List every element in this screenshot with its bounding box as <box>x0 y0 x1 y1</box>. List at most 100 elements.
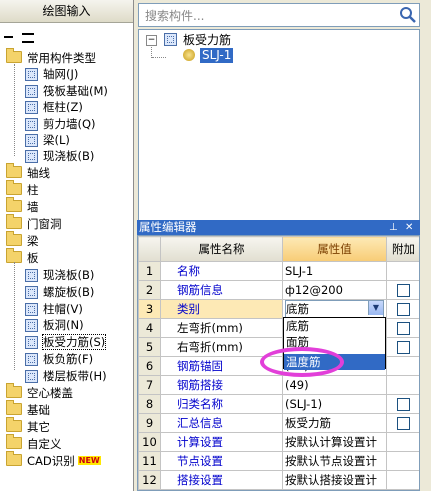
property-row[interactable]: 10 计算设置 按默认计算设置计 <box>138 432 419 452</box>
tree-toolbar <box>4 30 39 43</box>
property-value-header: 属性值 <box>282 236 387 262</box>
attach-cell <box>386 394 419 414</box>
tree-item-label: 楼层板带(H) <box>43 369 107 384</box>
property-value[interactable]: ф12@200 <box>282 280 387 300</box>
attach-checkbox[interactable] <box>397 303 410 316</box>
component-icon <box>25 68 38 82</box>
tree-item-label: 现浇板(B) <box>43 267 95 282</box>
tree-folder[interactable]: 梁 <box>6 230 39 249</box>
tree-root-label[interactable]: 板受力筋 <box>183 33 231 47</box>
tree-folder[interactable]: 基础 <box>6 399 50 418</box>
tree-folder[interactable]: 板 <box>6 247 39 266</box>
property-name: 钢筋信息 <box>160 280 283 300</box>
tree-folder[interactable]: 柱 <box>6 180 39 198</box>
tree-child-label[interactable]: SLJ-1 <box>200 48 234 63</box>
dropdown-option[interactable]: 温度筋 <box>284 354 385 370</box>
tree-item[interactable]: 现浇板(B) <box>25 267 94 283</box>
tree-item-label: 梁 <box>27 233 39 248</box>
property-name: 左弯折(mm) <box>160 318 283 338</box>
component-list-tree: − 板受力筋 SLJ-1 <box>138 29 420 221</box>
component-icon <box>25 285 38 299</box>
property-row[interactable]: 11 节点设置 按默认节点设置计 <box>138 451 419 471</box>
tree-item[interactable]: 螺旋板(B) <box>25 284 94 300</box>
tree-item[interactable]: 筏板基础(M) <box>25 83 108 99</box>
component-icon <box>25 150 38 164</box>
tree-item[interactable]: 梁(L) <box>25 132 70 148</box>
property-row[interactable]: 7 钢筋搭接 (49) <box>138 375 419 395</box>
row-number: 8 <box>138 394 161 414</box>
tree-item[interactable]: 柱帽(V) <box>25 301 83 317</box>
row-number-header <box>138 236 161 262</box>
component-icon <box>25 370 38 384</box>
chevron-down-icon[interactable]: ▼ <box>368 301 383 315</box>
folder-open-icon <box>6 48 22 63</box>
property-row[interactable]: 8 归类名称 (SLJ-1) <box>138 394 419 414</box>
folder-icon <box>6 416 22 432</box>
property-row[interactable]: 9 汇总信息 板受力筋 <box>138 413 419 433</box>
property-value[interactable]: (SLJ-1) <box>282 394 387 414</box>
component-icon <box>25 117 38 131</box>
attach-header: 附加 <box>386 236 419 262</box>
pin-icon[interactable]: ⊥ <box>389 220 398 235</box>
tree-item[interactable]: 剪力墙(Q) <box>25 116 96 132</box>
attach-checkbox[interactable] <box>397 398 410 411</box>
tree-item[interactable]: 轴网(J) <box>25 66 78 82</box>
tree-folder[interactable]: 墙 <box>6 197 39 215</box>
tree-folder[interactable]: 空心楼盖 <box>6 383 73 401</box>
property-editor-title: 属性编辑器 <box>139 220 197 234</box>
property-value[interactable]: 按默认计算设置计 <box>282 432 387 452</box>
attach-checkbox[interactable] <box>397 322 410 335</box>
tree-item[interactable]: 框柱(Z) <box>25 99 83 115</box>
property-value[interactable]: 按默认搭接设置计 <box>282 470 387 490</box>
tree-item[interactable]: 板洞(N) <box>25 317 84 333</box>
property-value[interactable]: (49) <box>282 375 387 395</box>
property-row[interactable]: 2 钢筋信息 ф12@200 <box>138 280 419 300</box>
category-select[interactable]: 底筋 ▼ <box>285 300 384 318</box>
attach-checkbox[interactable] <box>397 417 410 430</box>
property-row[interactable]: 3 类别 底筋 ▼ <box>138 299 419 319</box>
tree-folder[interactable]: 常用构件类型 <box>6 48 96 66</box>
property-row[interactable]: 1 名称 SLJ-1 <box>138 261 419 281</box>
property-value[interactable]: 板受力筋 <box>282 413 387 433</box>
search-button[interactable] <box>398 5 418 25</box>
property-name: 类别 <box>160 299 283 319</box>
property-value[interactable]: SLJ-1 <box>282 261 387 281</box>
category-combo[interactable]: 底筋 ▼ <box>282 299 387 319</box>
tree-folder[interactable]: 门窗洞 <box>6 214 62 232</box>
property-value[interactable]: 按默认节点设置计 <box>282 451 387 471</box>
attach-cell <box>386 451 419 471</box>
tree-item-label: 常用构件类型 <box>27 51 96 65</box>
attach-checkbox[interactable] <box>397 341 410 354</box>
expand-all-icon[interactable] <box>4 36 13 39</box>
tree-folder[interactable]: CAD识别 NEW <box>6 450 101 469</box>
attach-checkbox[interactable] <box>397 284 410 297</box>
property-name-header: 属性名称 <box>160 236 283 262</box>
tree-item[interactable]: 板负筋(F) <box>25 351 93 367</box>
attach-cell <box>386 375 419 395</box>
tree-folder[interactable]: 其它 <box>6 416 50 435</box>
drawing-input-tab[interactable]: 绘图输入 <box>0 0 133 23</box>
tree-item[interactable]: 板受力筋(S) <box>25 334 107 351</box>
row-number: 11 <box>138 451 161 471</box>
property-row[interactable]: 12 搭接设置 按默认搭接设置计 <box>138 470 419 490</box>
folder-icon <box>6 180 22 196</box>
close-icon[interactable]: ✕ <box>405 220 413 235</box>
tree-item[interactable]: 楼层板带(H) <box>25 368 107 384</box>
tree-item-label: 剪力墙(Q) <box>43 116 96 131</box>
tree-folder[interactable]: 轴线 <box>6 163 50 181</box>
new-badge: NEW <box>77 455 101 465</box>
tree-item-label: 板洞(N) <box>43 318 84 333</box>
tree-item[interactable]: 现浇板(B) <box>25 148 94 164</box>
tree-item-label: 其它 <box>27 419 50 434</box>
component-icon <box>25 353 38 367</box>
property-name: 钢筋搭接 <box>160 375 283 395</box>
attach-cell <box>386 337 419 357</box>
tree-item-label: 自定义 <box>27 436 62 451</box>
dropdown-option[interactable]: 底筋 <box>284 318 385 334</box>
search-input[interactable] <box>143 7 397 25</box>
dropdown-option[interactable]: 面筋 <box>284 334 385 350</box>
collapse-all-icon[interactable] <box>21 32 34 43</box>
property-name: 名称 <box>160 261 283 281</box>
attach-cell <box>386 413 419 433</box>
tree-folder[interactable]: 自定义 <box>6 433 62 452</box>
